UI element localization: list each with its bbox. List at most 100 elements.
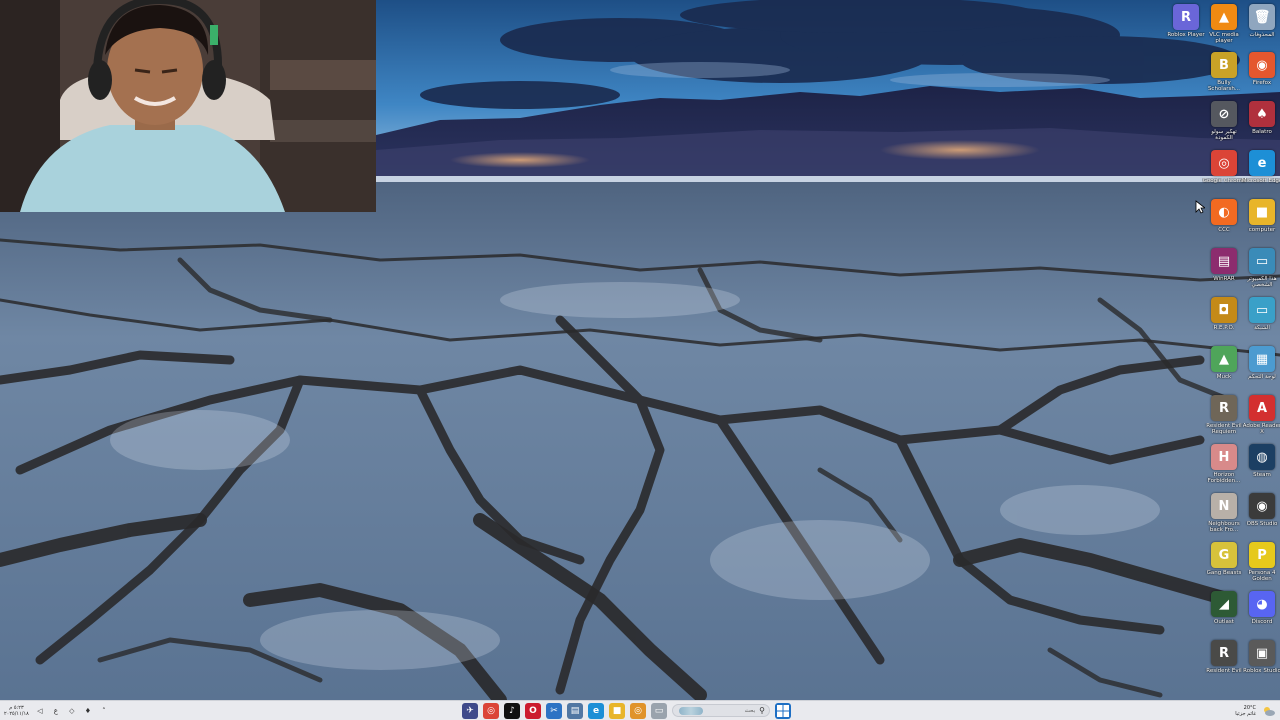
desktop-shortcut-computer[interactable]: ■ computer — [1242, 199, 1280, 247]
desktop-shortcut-horizon-forbidden[interactable]: H Horizon Forbidden... — [1204, 444, 1244, 492]
app-icon: ▣ — [1249, 640, 1275, 666]
desktop-shortcut-item-5[interactable]: ⊘ تهكير سولو الكمودة — [1204, 101, 1244, 149]
desktop-shortcut-resident-evil-requiem[interactable]: R Resident Evil Requiem — [1204, 395, 1244, 443]
app-icon: ▭ — [1249, 297, 1275, 323]
taskbar-app-edge-icon[interactable]: e — [588, 702, 604, 719]
desktop-shortcut-label: هذا الكمبيوتر الشخصي — [1247, 276, 1277, 288]
desktop-shortcut-label: Balatro — [1252, 129, 1272, 135]
taskbar: ٥:٢٣ م ٢٠٢٥/١١/١٨ ◁ ع ◇ ♦ ˄ ✈ ◎ ♪ O ✂ ▤ e ■ ◎ ▭ ب… — [0, 700, 1280, 720]
app-icon: ♠ — [1249, 101, 1275, 127]
app-icon: 🗑 — [1249, 4, 1275, 30]
weather-widget[interactable]: 20°C غائم جزئيا — [1235, 703, 1276, 719]
app-icon: ▭ — [1249, 248, 1275, 274]
show-hidden-icons-chevron-icon[interactable]: ˄ — [99, 707, 109, 715]
app-icon: R — [1173, 4, 1199, 30]
desktop-shortcut-obs-studio[interactable]: ◉ OBS Studio — [1242, 493, 1280, 541]
desktop-shortcut-persona-4-golden[interactable]: P Persona 4 Golden — [1242, 542, 1280, 590]
system-tray: ٥:٢٣ م ٢٠٢٥/١١/١٨ ◁ ع ◇ ♦ ˄ — [4, 703, 109, 719]
taskbar-app-chrome-profile-icon[interactable]: ◎ — [630, 702, 646, 719]
desktop-shortcut-label: Adobe Reader X — [1242, 423, 1280, 435]
desktop-shortcut-balatro[interactable]: ♠ Balatro — [1242, 101, 1280, 149]
desktop-shortcut-item-2[interactable]: 🗑 المحذوفات — [1242, 4, 1280, 52]
desktop-shortcut-roblox-studio[interactable]: ▣ Roblox Studio — [1242, 640, 1280, 688]
taskbar-pinned-apps: ✈ ◎ ♪ O ✂ ▤ e ■ ◎ ▭ — [462, 702, 667, 719]
desktop-shortcut-label: Microsoft Edge — [1241, 178, 1280, 184]
network-icon[interactable]: ◇ — [67, 707, 77, 715]
desktop-shortcut-label: computer — [1248, 227, 1276, 233]
app-icon: ▲ — [1211, 346, 1237, 372]
webcam-person-image — [0, 0, 376, 212]
desktop-shortcut-roblox-player[interactable]: R Roblox Player — [1166, 4, 1206, 52]
weather-cloud-icon — [1264, 707, 1275, 716]
desktop-shortcut-label: Roblox Studio — [1243, 668, 1280, 674]
taskbar-app-capcut-icon[interactable]: ✂ — [546, 702, 562, 719]
desktop-shortcut-adobe-reader-x[interactable]: A Adobe Reader X — [1242, 395, 1280, 443]
desktop-shortcut-neighbours-back-fro[interactable]: N Neighbours back Fro... — [1204, 493, 1244, 541]
desktop-shortcut-item-16[interactable]: ▦ لوحة التحكم — [1242, 346, 1280, 394]
desktop-shortcut-steam[interactable]: ◍ Steam — [1242, 444, 1280, 492]
desktop-shortcut-r-e-p-o[interactable]: ◘ R.E.P.O. — [1204, 297, 1244, 345]
desktop-shortcut-muck[interactable]: ▲ Muck — [1204, 346, 1244, 394]
desktop-shortcut-label: Discord — [1251, 619, 1273, 625]
app-icon: R — [1211, 395, 1237, 421]
windows-logo-icon — [777, 704, 789, 717]
search-icon: ⚲ — [759, 706, 765, 715]
volume-icon[interactable]: ◁ — [35, 707, 45, 715]
clock[interactable]: ٥:٢٣ م ٢٠٢٥/١١/١٨ — [4, 705, 29, 717]
desktop-shortcut-item-14[interactable]: ▭ الشبكة — [1242, 297, 1280, 345]
taskbar-app-file-explorer-icon[interactable]: ■ — [609, 702, 625, 719]
desktop-shortcut-label: Steam — [1253, 472, 1271, 478]
desktop-shortcut-winrar[interactable]: ▤ WinRAR — [1204, 248, 1244, 296]
desktop-shortcut-outlast[interactable]: ◢ Outlast — [1204, 591, 1244, 639]
app-icon: ◕ — [1249, 591, 1275, 617]
desktop-shortcut-label: OBS Studio — [1246, 521, 1278, 527]
desktop-shortcut-discord[interactable]: ◕ Discord — [1242, 591, 1280, 639]
app-icon: G — [1211, 542, 1237, 568]
app-icon: e — [1249, 150, 1275, 176]
start-button[interactable] — [775, 702, 791, 719]
desktop-shortcut-vlc-media-player[interactable]: ▲ VLC media player — [1204, 4, 1244, 52]
app-icon: ⊘ — [1211, 101, 1237, 127]
weather-info: 20°C غائم جزئيا — [1235, 705, 1256, 717]
desktop-shortcut-gang-beasts[interactable]: G Gang Beasts — [1204, 542, 1244, 590]
taskbar-app-store-icon[interactable]: ▤ — [567, 702, 583, 719]
app-icon: ◍ — [1249, 444, 1275, 470]
app-icon: ▲ — [1211, 4, 1237, 30]
taskbar-apps: ✈ ◎ ♪ O ✂ ▤ e ■ ◎ ▭ بحث ⚲ — [462, 702, 791, 719]
taskbar-app-window-app-icon[interactable]: ▭ — [651, 702, 667, 719]
app-icon: ◉ — [1249, 493, 1275, 519]
webcam-overlay — [0, 0, 376, 212]
app-icon: ◢ — [1211, 591, 1237, 617]
taskbar-app-opera-icon[interactable]: O — [525, 702, 541, 719]
desktop-shortcut-resident-evil[interactable]: R Resident Evil — [1204, 640, 1244, 688]
desktop-screen: R Roblox Player ▲ VLC media player 🗑 المحذوفا… — [0, 0, 1280, 720]
taskbar-search-box[interactable]: بحث ⚲ — [672, 704, 770, 717]
app-icon: ▤ — [1211, 248, 1237, 274]
app-icon: ◐ — [1211, 199, 1237, 225]
app-icon: H — [1211, 444, 1237, 470]
desktop-shortcut-google-chrome[interactable]: ◎ Google Chrome — [1203, 150, 1245, 198]
taskbar-app-chrome-icon[interactable]: ◎ — [483, 702, 499, 719]
app-icon: ◎ — [1211, 150, 1237, 176]
app-icon: ■ — [1249, 199, 1275, 225]
keyboard-language-indicator[interactable]: ع — [51, 707, 61, 715]
desktop-shortcut-label: لوحة التحكم — [1248, 374, 1276, 380]
desktop-shortcut-ccc[interactable]: ◐ CCC — [1204, 199, 1244, 247]
taskbar-app-tiktok-icon[interactable]: ♪ — [504, 702, 520, 719]
app-icon: P — [1249, 542, 1275, 568]
app-icon: N — [1211, 493, 1237, 519]
microphone-icon[interactable]: ♦ — [83, 707, 93, 715]
desktop-shortcut-firefox[interactable]: ◉ Firefox — [1242, 52, 1280, 100]
desktop-shortcut-microsoft-edge[interactable]: e Microsoft Edge — [1242, 150, 1280, 198]
desktop-shortcut-bully-scholarsh[interactable]: B Bully Scholarsh... — [1204, 52, 1244, 100]
desktop-shortcut-item-12[interactable]: ▭ هذا الكمبيوتر الشخصي — [1242, 248, 1280, 296]
mouse-cursor-icon — [1195, 200, 1205, 214]
app-icon: B — [1211, 52, 1237, 78]
weather-description: غائم جزئيا — [1235, 711, 1256, 717]
desktop-shortcut-label: المحذوفات — [1249, 32, 1275, 38]
desktop-shortcut-label: الشبكة — [1254, 325, 1270, 331]
desktop-shortcut-label: Firefox — [1252, 80, 1272, 86]
search-highlight-icon — [679, 707, 703, 715]
taskbar-app-pinned-app-icon[interactable]: ✈ — [462, 702, 478, 719]
clock-date: ٢٠٢٥/١١/١٨ — [4, 711, 29, 717]
